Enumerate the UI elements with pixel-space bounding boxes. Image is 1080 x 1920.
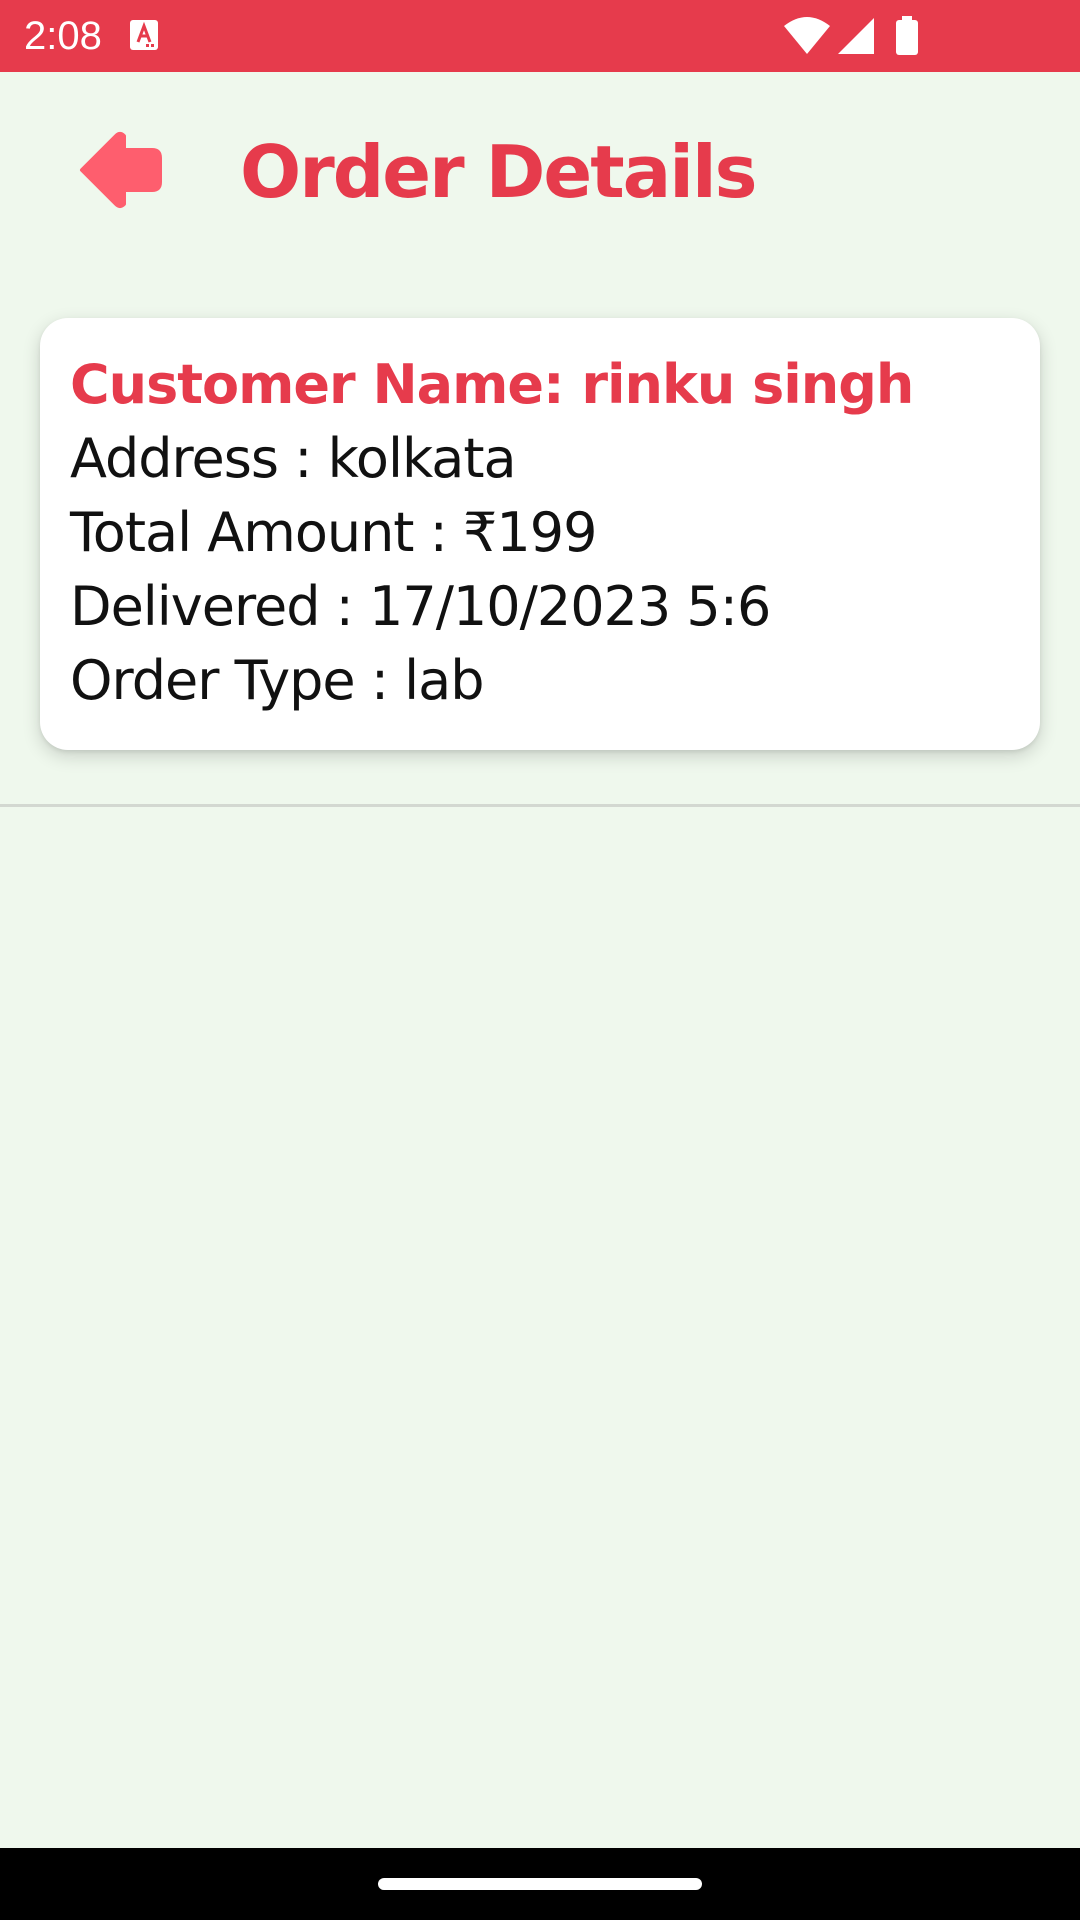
app-header: Order Details	[0, 72, 1080, 268]
status-time: 2:08	[24, 14, 102, 58]
back-button[interactable]	[70, 120, 170, 220]
notification-a-icon	[130, 20, 160, 52]
arrow-left-icon	[80, 132, 162, 208]
order-type: Order Type : lab	[70, 649, 485, 712]
divider	[0, 804, 1080, 807]
delivered-date: Delivered : 17/10/2023 5:6	[70, 575, 771, 638]
wifi-icon	[784, 17, 830, 54]
address: Address : kolkata	[70, 427, 517, 490]
page-title: Order Details	[240, 130, 757, 214]
signal-icon	[838, 18, 874, 54]
customer-name: Customer Name: rinku singh	[70, 353, 914, 416]
order-card[interactable]: Customer Name: rinku singh Address : kol…	[40, 318, 1040, 750]
navigation-bar	[0, 1848, 1080, 1920]
status-bar: 2:08	[0, 0, 1080, 72]
home-gesture-handle[interactable]	[378, 1878, 702, 1890]
battery-icon	[896, 16, 918, 55]
total-amount: Total Amount : ₹199	[70, 501, 597, 564]
